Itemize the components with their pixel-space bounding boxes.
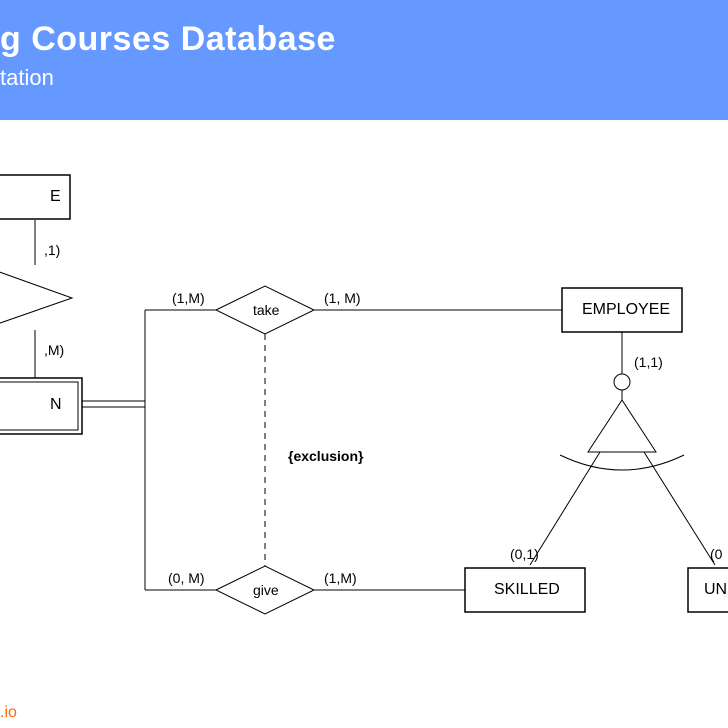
card-take-right: (1, M)	[324, 290, 361, 306]
card-give-right: (1,M)	[324, 570, 357, 586]
er-diagram-svg	[0, 120, 728, 728]
page-subtitle: tation	[0, 65, 728, 91]
card-take-left: (1,M)	[172, 290, 205, 306]
footer-brand: .io	[0, 704, 17, 722]
entity-n-label: N	[50, 396, 62, 414]
card-give-left: (0, M)	[168, 570, 205, 586]
page-title: g Courses Database	[0, 20, 728, 59]
exclusion-label: {exclusion}	[288, 448, 363, 464]
card-skilled: (0,1)	[510, 546, 539, 562]
card-unskilled: (0	[710, 546, 722, 562]
card-top-left-2: ,M)	[44, 342, 64, 358]
entity-unskilled-label: UN	[704, 581, 727, 599]
page-header: g Courses Database tation	[0, 0, 728, 120]
diagram-canvas: E N take give {exclusion} EMPLOYEE SKILL…	[0, 120, 728, 728]
relation-take-label: take	[253, 302, 279, 318]
entity-skilled-label: SKILLED	[494, 581, 560, 599]
entity-top-left-label: E	[50, 188, 61, 206]
card-emp-gen: (1,1)	[634, 354, 663, 370]
relation-give-label: give	[253, 582, 279, 598]
footer-brand-text: .io	[0, 704, 17, 721]
card-top-left-1: ,1)	[44, 242, 60, 258]
entity-employee-label: EMPLOYEE	[582, 301, 670, 319]
